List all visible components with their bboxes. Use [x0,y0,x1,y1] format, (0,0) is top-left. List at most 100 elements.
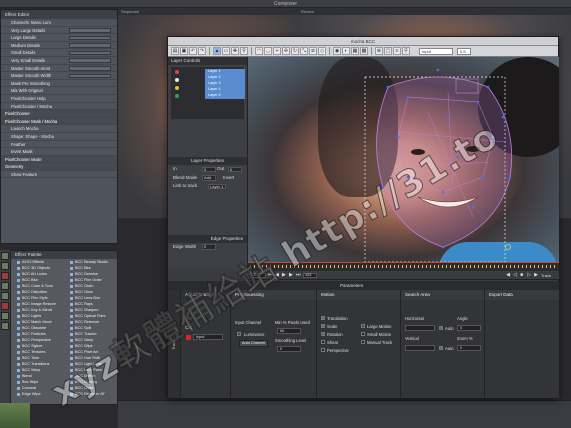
motion-checkbox[interactable]: x [321,332,325,336]
motion-checkbox[interactable] [321,340,325,344]
bezier-icon[interactable]: ◡ [264,47,272,55]
effect-parameter-row[interactable]: Very Small Details [1,57,117,65]
bin-item[interactable]: Edge Wipe [11,391,64,397]
move-icon[interactable]: ✣ [282,47,290,55]
effect-parameter-row[interactable]: Very Large Details [1,27,117,35]
save-icon[interactable]: ▣ [180,47,188,55]
effect-parameter-row[interactable]: PixelChooser [1,110,117,118]
view-input-select[interactable]: Input [419,47,453,55]
manual-track-radio[interactable] [361,340,365,344]
clip-select[interactable]: Input [193,334,223,340]
motion-checkbox[interactable]: x [321,316,325,320]
layer-item[interactable]: Layer 4 [205,87,245,93]
current-frame-field[interactable]: 0 [252,272,266,278]
luminance-radio[interactable]: • [237,332,241,336]
stabilize-icon[interactable]: ≡ [393,47,401,55]
layer-visible-icon[interactable] [175,78,179,82]
vertical-field[interactable] [405,345,435,351]
effect-parameter-row[interactable]: Master Smooth Amnt [1,65,117,73]
track-backward-icon[interactable]: ◀ [506,272,511,278]
effect-parameter-row[interactable]: Mix With Original [1,87,117,95]
track-stop-icon[interactable]: ■ [520,272,525,278]
play-icon[interactable]: ▶ [282,272,287,278]
track-button[interactable] [1,262,9,270]
timeline-clip-thumbnail[interactable] [0,403,30,428]
effect-parameter-row[interactable]: PixelChooser Help [1,95,117,103]
layer-lock-icon[interactable] [175,86,179,90]
spline-overlay[interactable] [248,57,559,262]
parameter-slider[interactable] [69,28,111,33]
effect-parameter-row[interactable]: PixelChooser / Mocha [1,103,117,111]
parameter-slider[interactable] [69,50,111,56]
parameter-slider[interactable] [69,58,111,63]
edge-width-field[interactable]: 0 [202,244,216,250]
tab-track[interactable]: Track [171,340,177,350]
track-icon[interactable]: ⊕ [375,47,383,55]
motion-checkbox[interactable] [321,348,325,352]
layer-item[interactable]: Layer 1 [205,69,245,75]
file-icon[interactable]: ▤ [171,47,179,55]
smoothing-field[interactable]: 0 [277,346,301,352]
layer-item[interactable]: Layer 2 [205,75,245,81]
track-record-button[interactable] [1,302,9,310]
effect-parameter-row[interactable]: Show Feature [1,171,117,179]
effect-parameter-row[interactable]: Master Smooth Width [1,72,117,80]
link-track-select[interactable]: Layer 1 [208,183,226,189]
vertical-auto-checkbox[interactable]: x [439,346,443,350]
effect-parameter-row[interactable]: Small Details [1,49,117,57]
adjust-track-tab[interactable]: Adjust Track [181,290,230,300]
horizontal-field[interactable] [405,325,435,331]
effect-parameter-row[interactable]: Geometry [1,163,117,171]
track-button[interactable] [1,282,9,290]
track-forward-step-icon[interactable]: ▷ [527,272,532,278]
effect-parameter-row[interactable]: Feather [1,141,117,149]
horizontal-auto-checkbox[interactable]: x [439,326,443,330]
zoom-field[interactable]: 0 [457,345,481,351]
mocha-canvas-viewer[interactable] [248,57,559,262]
xspline-icon[interactable]: ◠ [255,47,263,55]
track-back-step-icon[interactable]: ◁ [513,272,518,278]
effect-parameter-row[interactable]: PixelChooser Mask / Mocha [1,117,117,126]
zoom-select[interactable]: 0.5 [457,47,471,55]
large-motion-radio[interactable]: • [361,324,365,328]
layer-list[interactable]: Layer 1 Layer 2 Layer 3 Layer 4 Layer 5 [171,67,245,119]
composer-timeline[interactable] [118,400,571,428]
effect-parameter-row[interactable]: Mask Pre Smoothing [1,80,117,88]
effect-parameter-row[interactable]: PixelChooser Mode [1,155,117,164]
motion-checkbox[interactable]: x [321,324,325,328]
min-pixels-field[interactable]: 60 [277,328,301,334]
go-start-icon[interactable]: ⏮ [268,272,273,278]
surface-icon[interactable]: ▢ [384,47,392,55]
track-button[interactable] [1,292,9,300]
view-icon[interactable]: ◉ [333,47,341,55]
face-spline[interactable] [376,76,513,248]
track-button[interactable] [1,322,9,330]
parameter-slider[interactable] [69,66,111,71]
end-frame-field[interactable]: 103 [303,272,317,278]
effect-parameter-row[interactable]: Channels: Manu Lum [1,19,117,27]
track-button[interactable] [1,312,9,320]
effect-parameter-row[interactable]: Invert Mask [1,148,117,156]
track-forward-icon[interactable]: ▶ [534,272,539,278]
effect-parameter-row[interactable]: Shape: Shape - Mocha [1,133,117,141]
angle-field[interactable]: 0 [457,325,481,331]
grid-icon[interactable]: ▦ [351,47,359,55]
add-point-icon[interactable]: + [273,47,281,55]
track-button[interactable] [1,252,9,260]
shear-icon[interactable]: ⧄ [309,47,317,55]
parameter-slider[interactable] [69,35,111,41]
overlay-icon[interactable]: ◐ [342,47,350,55]
effect-parameter-row[interactable]: Launch Mocha [1,125,117,133]
redo-icon[interactable]: ↷ [198,47,206,55]
perspective-icon[interactable]: ◇ [318,47,326,55]
undo-icon[interactable]: ↶ [189,47,197,55]
layer-item[interactable]: Layer 3 [205,81,245,87]
layer-item[interactable]: Layer 5 [205,93,245,99]
layer-track-icon[interactable] [175,94,179,98]
matte-icon[interactable]: ▩ [360,47,368,55]
rotate-icon[interactable]: ↻ [291,47,299,55]
parameter-slider[interactable] [69,73,111,79]
zoom-window-icon[interactable]: ⚲ [402,47,410,55]
pan-icon[interactable]: ✥ [231,47,239,55]
blend-mode-select[interactable]: Add [202,175,216,181]
